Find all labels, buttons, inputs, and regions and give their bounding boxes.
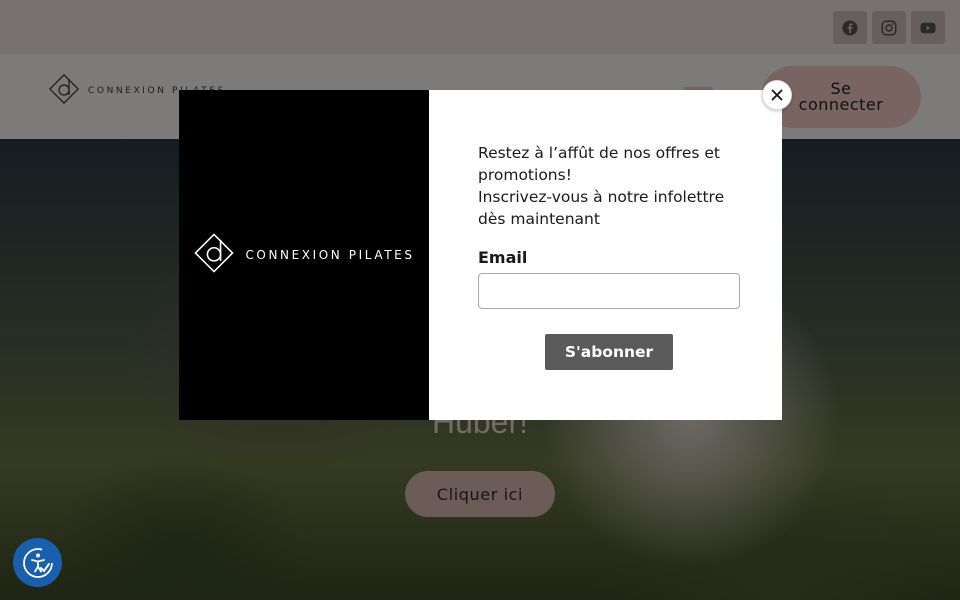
newsletter-form: Restez à l’affût de nos offres et promot… [429, 90, 782, 420]
modal-brand-name: CONNEXION PILATES [245, 248, 415, 262]
intro-line-2: Inscrivez-vous à notre infolettre dès ma… [478, 188, 725, 228]
newsletter-intro: Restez à l’affût de nos offres et promot… [478, 142, 740, 230]
close-modal-button[interactable] [762, 80, 792, 110]
subscribe-button[interactable]: S'abonner [545, 334, 673, 370]
accessibility-icon [22, 547, 53, 578]
email-field[interactable] [478, 273, 740, 309]
intro-line-1: Restez à l’affût de nos offres et promot… [478, 144, 720, 184]
accessibility-button[interactable] [15, 540, 60, 585]
newsletter-modal: CONNEXION PILATES Restez à l’affût de no… [179, 90, 782, 420]
close-icon [771, 89, 783, 101]
logo-mark-icon [193, 232, 235, 278]
modal-brand-panel: CONNEXION PILATES [179, 90, 429, 420]
email-label: Email [478, 248, 528, 267]
